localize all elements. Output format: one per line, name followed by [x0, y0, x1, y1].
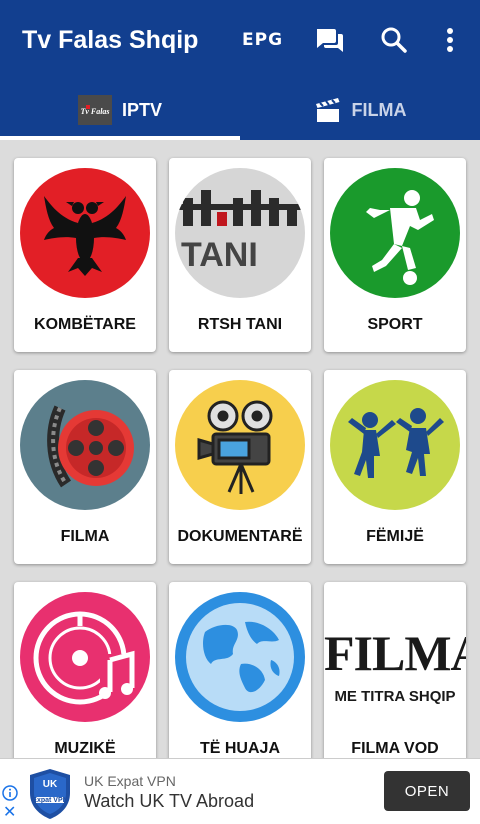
tab-iptv-label: IPTV	[121, 99, 162, 120]
filma-logo-small: ME TITRA SHQIP	[334, 688, 456, 705]
rtsh-tani-logo-text: TANI	[181, 236, 258, 274]
vpn-logo-text-1: UK	[42, 779, 58, 790]
app-title: Tv Falas Shqip	[22, 26, 199, 54]
rtsh-tani-logo: TANI	[175, 168, 305, 298]
filma-text-logo: FILMA ME TITRA SHQIP	[324, 592, 466, 722]
soccer-player-icon	[330, 168, 460, 298]
film-reel-icon	[20, 380, 150, 510]
ad-sponsor: UK Expat VPN	[84, 773, 176, 789]
category-card-rtsh-tani[interactable]: TANI RTSH TANI	[169, 158, 311, 352]
category-label: DOKUMENTARË	[177, 528, 303, 545]
category-card-sport[interactable]: SPORT	[324, 158, 466, 352]
vpn-shield-logo: UK Expat VPN	[26, 767, 74, 821]
vpn-logo-text-2: Expat VPN	[32, 797, 68, 804]
globe-icon	[175, 592, 305, 722]
category-grid: KOMBËTARE TANI RTSH TANI SPORT FILMA DOK…	[0, 140, 480, 758]
tab-bar: Tv Falas IPTV FILMA	[0, 80, 480, 140]
category-card-filma-vod[interactable]: FILMA ME TITRA SHQIP FILMA VOD	[324, 582, 466, 758]
tab-filma-label: FILMA	[351, 99, 407, 120]
filma-logo-big: FILMA	[324, 628, 466, 678]
category-card-dokumentare[interactable]: DOKUMENTARË	[169, 370, 311, 564]
category-card-kombetare[interactable]: KOMBËTARE	[14, 158, 156, 352]
search-icon[interactable]	[378, 24, 410, 56]
music-disc-icon	[20, 592, 150, 722]
svg-text:Tv Falas: Tv Falas	[80, 107, 109, 116]
category-label: FËMIJË	[366, 528, 424, 545]
category-label: FILMA	[60, 528, 110, 545]
ad-info-icon[interactable]	[2, 785, 18, 801]
category-label: FILMA VOD	[351, 740, 439, 757]
ad-banner[interactable]: ✕ UK Expat VPN UK Expat VPN Watch UK TV …	[0, 758, 480, 824]
epg-button[interactable]: EPG	[242, 30, 283, 50]
category-label: RTSH TANI	[197, 316, 283, 333]
category-label: SPORT	[367, 316, 423, 333]
ad-close-icon[interactable]: ✕	[3, 805, 16, 821]
kids-icon	[330, 380, 460, 510]
more-vert-icon[interactable]	[434, 24, 466, 56]
app-bar: Tv Falas Shqip EPG Tv Falas IPTV FILMA	[0, 0, 480, 140]
category-card-muzike[interactable]: MUZIKË	[14, 582, 156, 758]
clapperboard-icon	[314, 96, 342, 124]
movie-camera-icon	[175, 380, 305, 510]
tvfalas-logo-icon: Tv Falas	[77, 95, 112, 125]
category-card-te-huaja[interactable]: TË HUAJA	[169, 582, 311, 758]
category-label: MUZIKË	[54, 740, 116, 757]
category-label: TË HUAJA	[199, 740, 280, 757]
tab-filma[interactable]: FILMA	[240, 80, 480, 140]
ad-headline: Watch UK TV Abroad	[84, 791, 255, 811]
albanian-eagle-icon	[20, 168, 150, 298]
ad-open-button[interactable]: OPEN	[384, 771, 470, 811]
category-label: KOMBËTARE	[34, 316, 136, 333]
chat-icon[interactable]	[314, 24, 346, 56]
category-card-femije[interactable]: FËMIJË	[324, 370, 466, 564]
tab-iptv[interactable]: Tv Falas IPTV	[0, 80, 240, 140]
category-card-filma[interactable]: FILMA	[14, 370, 156, 564]
